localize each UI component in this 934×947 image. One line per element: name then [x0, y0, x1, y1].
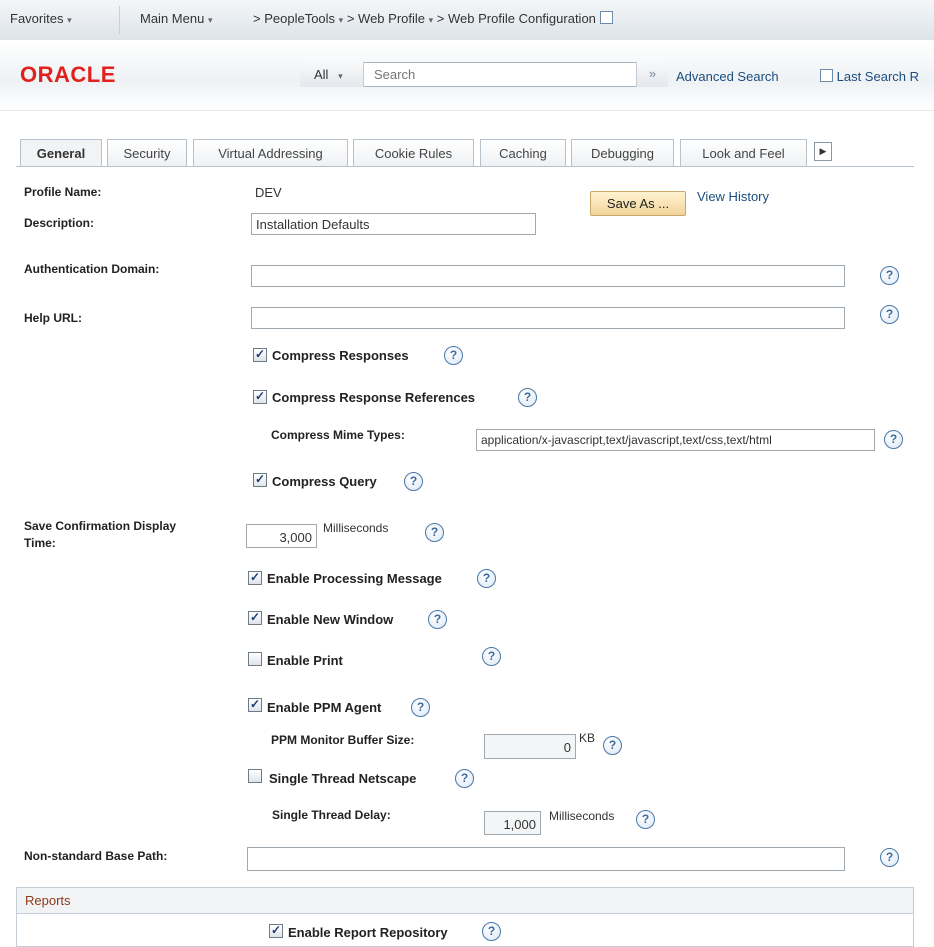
- non-standard-base-path-label: Non-standard Base Path:: [24, 849, 168, 863]
- single-thread-netscape-checkbox[interactable]: [248, 769, 262, 783]
- tab-caching[interactable]: Caching: [480, 139, 566, 166]
- last-search-label: Last Search R: [836, 69, 919, 84]
- non-standard-base-path-field[interactable]: [247, 847, 845, 871]
- compress-mime-types-field[interactable]: application/x-javascript,text/javascript…: [476, 429, 875, 451]
- help-icon[interactable]: ?: [444, 346, 463, 365]
- last-search-results-link[interactable]: Last Search R: [820, 69, 919, 84]
- compress-query-label: Compress Query: [272, 474, 377, 489]
- authentication-domain-label: Authentication Domain:: [24, 262, 160, 276]
- last-search-icon: [820, 69, 833, 82]
- advanced-search-link[interactable]: Advanced Search: [676, 69, 779, 84]
- help-icon[interactable]: ?: [636, 810, 655, 829]
- help-icon[interactable]: ?: [880, 848, 899, 867]
- tab-general[interactable]: General: [20, 139, 102, 166]
- oracle-logo: ORACLE: [20, 62, 116, 87]
- reports-group-header: [17, 888, 913, 914]
- tab-debugging[interactable]: Debugging: [571, 139, 674, 166]
- main-menu-label: Main Menu: [140, 11, 205, 26]
- main-menu[interactable]: Main Menu ▾: [140, 11, 212, 26]
- compress-response-references-checkbox[interactable]: ✓: [253, 390, 267, 404]
- tab-security[interactable]: Security: [107, 139, 187, 166]
- help-icon[interactable]: ?: [411, 698, 430, 717]
- chevron-down-icon: ▾: [338, 71, 343, 81]
- help-icon[interactable]: ?: [482, 922, 501, 941]
- save-confirmation-label-line1: Save Confirmation Display: [24, 519, 177, 533]
- milliseconds-unit: Milliseconds: [549, 809, 615, 823]
- authentication-domain-field[interactable]: [251, 265, 845, 287]
- profile-name-label: Profile Name:: [24, 185, 102, 199]
- search-category-value: All: [314, 67, 329, 82]
- enable-report-repository-label: Enable Report Repository: [288, 925, 448, 940]
- help-url-field[interactable]: [251, 307, 845, 329]
- enable-report-repository-checkbox[interactable]: ✓: [269, 924, 283, 938]
- help-url-label: Help URL:: [24, 311, 82, 325]
- reports-group-title: Reports: [25, 893, 71, 908]
- save-confirmation-label: Save Confirmation Display Time:: [24, 519, 176, 550]
- breadcrumb-separator: >: [346, 11, 355, 26]
- ppm-monitor-buffer-size-field[interactable]: 0: [484, 734, 576, 759]
- page-search-icon[interactable]: [599, 11, 613, 24]
- search-input[interactable]: [366, 63, 642, 86]
- breadcrumb: > PeopleTools ▾ > Web Profile ▾ > Web Pr…: [253, 11, 613, 26]
- compress-responses-label: Compress Responses: [272, 348, 409, 363]
- enable-print-checkbox[interactable]: [248, 652, 262, 666]
- tab-virtual-addressing[interactable]: Virtual Addressing: [193, 139, 348, 166]
- favorites-menu[interactable]: Favorites ▾: [10, 11, 72, 26]
- search-category-select[interactable]: All ▾: [300, 62, 364, 87]
- help-icon[interactable]: ?: [425, 523, 444, 542]
- chevron-down-icon: ▾: [207, 15, 213, 25]
- enable-ppm-agent-label: Enable PPM Agent: [267, 700, 382, 715]
- compress-responses-checkbox[interactable]: ✓: [253, 348, 267, 362]
- more-tabs-arrow-icon[interactable]: ▶: [814, 142, 832, 161]
- compress-mime-types-label: Compress Mime Types:: [271, 428, 405, 442]
- save-as-button[interactable]: Save As ...: [590, 191, 686, 216]
- compress-query-checkbox[interactable]: ✓: [253, 473, 267, 487]
- save-confirmation-label-line2: Time:: [24, 536, 56, 550]
- description-field[interactable]: Installation Defaults: [251, 213, 536, 235]
- search-go-button[interactable]: »: [636, 62, 668, 87]
- enable-processing-message-label: Enable Processing Message: [267, 571, 442, 586]
- view-history-link[interactable]: View History: [697, 189, 769, 204]
- breadcrumb-web-profile[interactable]: Web Profile: [358, 11, 425, 26]
- tab-divider: [16, 166, 914, 167]
- enable-new-window-checkbox[interactable]: ✓: [248, 611, 262, 625]
- milliseconds-unit: Milliseconds: [323, 521, 389, 535]
- enable-print-label: Enable Print: [267, 653, 343, 668]
- kb-unit: KB: [579, 731, 596, 745]
- enable-new-window-label: Enable New Window: [267, 612, 394, 627]
- chevron-down-icon[interactable]: ▾: [429, 15, 434, 25]
- help-icon[interactable]: ?: [404, 472, 423, 491]
- help-icon[interactable]: ?: [884, 430, 903, 449]
- help-icon[interactable]: ?: [428, 610, 447, 629]
- help-icon[interactable]: ?: [880, 305, 899, 324]
- help-icon[interactable]: ?: [603, 736, 622, 755]
- single-thread-netscape-label: Single Thread Netscape: [269, 771, 417, 786]
- compress-response-references-label: Compress Response References: [272, 390, 476, 405]
- help-icon[interactable]: ?: [880, 266, 899, 285]
- help-icon[interactable]: ?: [455, 769, 474, 788]
- description-label: Description:: [24, 216, 95, 230]
- chevron-down-icon: ▾: [67, 15, 72, 25]
- tab-look-and-feel[interactable]: Look and Feel: [680, 139, 807, 166]
- breadcrumb-separator: >: [253, 11, 261, 26]
- single-thread-delay-label: Single Thread Delay:: [272, 808, 391, 822]
- chevron-down-icon[interactable]: ▾: [339, 15, 344, 25]
- enable-ppm-agent-checkbox[interactable]: ✓: [248, 698, 262, 712]
- enable-processing-message-checkbox[interactable]: ✓: [248, 571, 262, 585]
- single-thread-delay-field[interactable]: 1,000: [484, 811, 541, 835]
- ppm-monitor-buffer-size-label: PPM Monitor Buffer Size:: [271, 733, 415, 747]
- profile-name-value: DEV: [255, 185, 282, 200]
- help-icon[interactable]: ?: [482, 647, 501, 666]
- save-confirmation-field[interactable]: 3,000: [246, 524, 317, 548]
- breadcrumb-peopletools[interactable]: PeopleTools: [264, 11, 335, 26]
- nav-divider: [119, 6, 120, 34]
- breadcrumb-separator: >: [436, 11, 445, 26]
- favorites-label: Favorites: [10, 11, 64, 26]
- help-icon[interactable]: ?: [518, 388, 537, 407]
- breadcrumb-web-profile-configuration[interactable]: Web Profile Configuration: [448, 11, 596, 26]
- help-icon[interactable]: ?: [477, 569, 496, 588]
- tab-cookie-rules[interactable]: Cookie Rules: [353, 139, 474, 166]
